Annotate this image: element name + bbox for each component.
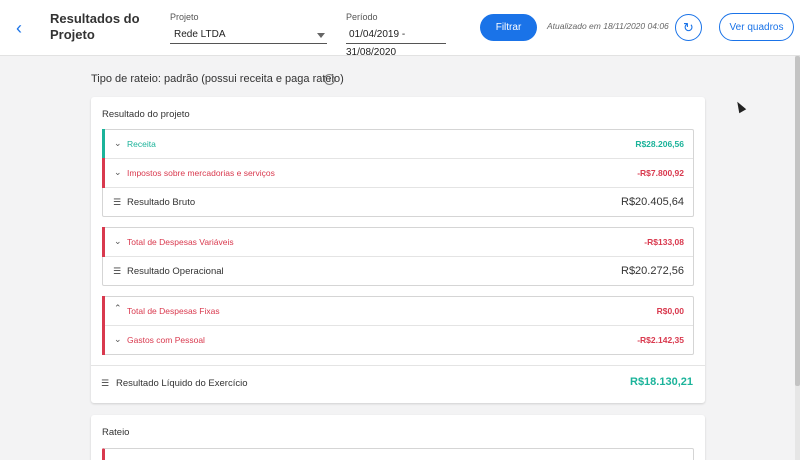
- row-despesas-fixas[interactable]: ⌃ Total de Despesas Fixas R$0,00: [102, 296, 693, 326]
- row-impostos[interactable]: ⌄ Impostos sobre mercadorias e serviços …: [102, 158, 693, 188]
- caret-down-icon: [317, 33, 325, 38]
- coins-icon: ☰: [113, 197, 122, 207]
- chevron-down-icon[interactable]: ⌄: [114, 167, 122, 178]
- row-receita[interactable]: ⌄ Receita R$28.206,56: [102, 129, 693, 159]
- row-value: R$28.206,56: [635, 139, 684, 149]
- row-label: Gastos com Pessoal: [127, 335, 205, 345]
- project-label: Projeto: [170, 12, 199, 22]
- top-bar: ‹ Resultados do Projeto Projeto Rede LTD…: [0, 0, 800, 58]
- refresh-button[interactable]: ↻: [675, 14, 702, 41]
- rateio-card-title: Rateio: [102, 427, 130, 438]
- scrollbar-thumb[interactable]: [795, 56, 800, 386]
- row-value: -R$2.142,35: [637, 335, 684, 345]
- group-fixed-expenses: ⌃ Total de Despesas Fixas R$0,00 ⌄ Gasto…: [102, 296, 694, 355]
- row-value: R$0,00: [656, 306, 684, 316]
- row-resultado-liquido: ☰ Resultado Líquido do Exercício R$18.13…: [91, 365, 705, 401]
- chevron-left-icon[interactable]: ‹: [10, 18, 28, 38]
- period-field-value: 01/04/2019 - 31/08/2020: [346, 29, 406, 58]
- negative-indicator: [102, 227, 105, 257]
- row-resultado-operacional: ☰ Resultado Operacional R$20.272,56: [103, 257, 693, 286]
- row-label: Receita: [127, 139, 156, 149]
- group-variable-expenses: ⌄ Total de Despesas Variáveis -R$133,08 …: [102, 227, 694, 286]
- row-value: -R$7.800,92: [637, 168, 684, 178]
- row-label: Resultado Operacional: [127, 266, 224, 277]
- row-despesas-variaveis[interactable]: ⌄ Total de Despesas Variáveis -R$133,08: [102, 227, 693, 257]
- chevron-down-icon[interactable]: ⌄: [114, 334, 122, 345]
- rateio-type-text: Tipo de rateio: padrão (possui receita e…: [91, 73, 344, 85]
- scrollbar[interactable]: [795, 56, 800, 460]
- positive-indicator: [102, 129, 105, 159]
- negative-indicator: [102, 325, 105, 355]
- updated-timestamp: Atualizado em 18/11/2020 04:06: [547, 21, 669, 31]
- period-label: Período: [346, 12, 378, 22]
- result-card-title: Resultado do projeto: [102, 109, 190, 120]
- row-label: Impostos sobre mercadorias e serviços: [127, 168, 275, 178]
- row-value: -R$133,08: [644, 237, 684, 247]
- row-label: Total de Despesas Fixas: [127, 306, 220, 316]
- group-revenue: ⌄ Receita R$28.206,56 ⌄ Impostos sobre m…: [102, 129, 694, 217]
- chevron-down-icon[interactable]: ⌄: [114, 236, 122, 247]
- period-field[interactable]: 01/04/2019 - 31/08/2020: [346, 26, 446, 58]
- project-select[interactable]: Rede LTDA: [170, 26, 327, 44]
- row-gastos-pessoal[interactable]: ⌄ Gastos com Pessoal -R$2.142,35: [102, 325, 693, 355]
- row-label: Resultado Bruto: [127, 197, 196, 208]
- row-label: Resultado Líquido do Exercício: [116, 378, 248, 389]
- row-resultado-bruto: ☰ Resultado Bruto R$20.405,64: [103, 188, 693, 217]
- negative-indicator: [102, 296, 105, 326]
- refresh-icon: ↻: [683, 20, 694, 35]
- row-value: R$20.405,64: [621, 196, 684, 208]
- project-select-value: Rede LTDA: [174, 29, 226, 40]
- mouse-cursor: [733, 99, 747, 114]
- view-boards-button[interactable]: Ver quadros: [719, 13, 794, 41]
- row-value: R$18.130,21: [630, 376, 693, 388]
- rateio-group: [102, 448, 694, 460]
- result-card: Resultado do projeto ⌄ Receita R$28.206,…: [91, 97, 705, 403]
- negative-indicator: [102, 158, 105, 188]
- coins-icon: ☰: [101, 378, 110, 388]
- coins-icon: ☰: [113, 266, 122, 276]
- rateio-card: Rateio: [91, 415, 705, 460]
- filter-button[interactable]: Filtrar: [480, 14, 537, 41]
- chevron-up-icon[interactable]: ⌃: [114, 303, 122, 314]
- info-icon[interactable]: i: [324, 74, 335, 85]
- chevron-down-icon[interactable]: ⌄: [114, 138, 122, 149]
- row-value: R$20.272,56: [621, 265, 684, 277]
- page-title: Resultados do Projeto: [50, 11, 140, 42]
- row-label: Total de Despesas Variáveis: [127, 237, 234, 247]
